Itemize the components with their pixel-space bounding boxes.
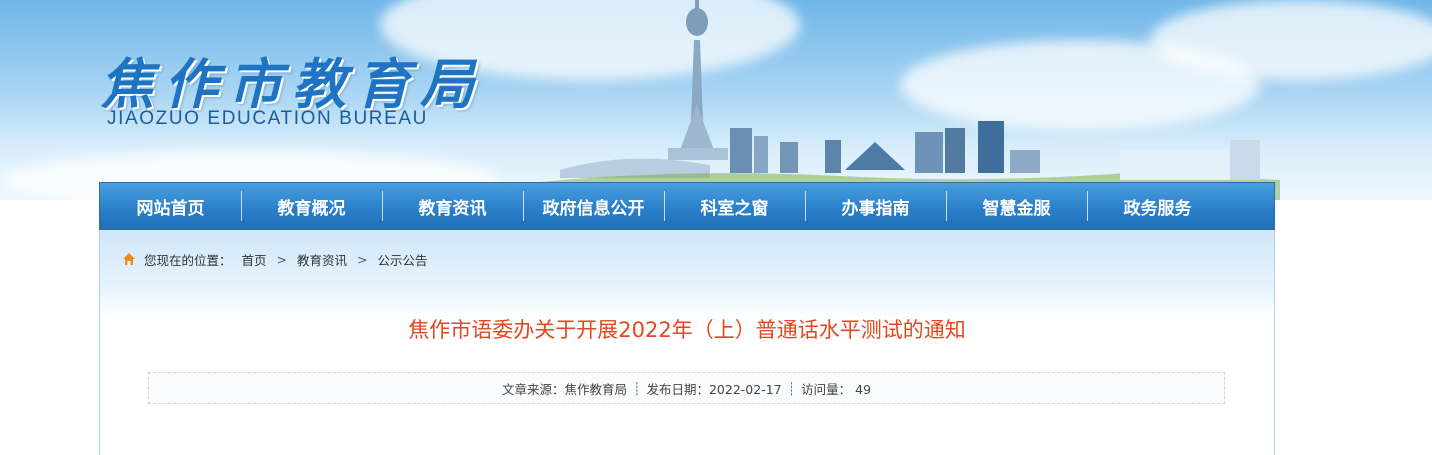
- breadcrumb-separator: >: [357, 251, 368, 267]
- home-icon: [123, 253, 135, 265]
- article-visits: 访问量： 49: [801, 381, 872, 397]
- article-date: 发布日期：2022-02-17: [646, 381, 782, 397]
- article-source: 文章来源：焦作教育局: [501, 381, 627, 397]
- city-skyline-image: [540, 0, 1280, 200]
- site-logo-english: JIAOZUO EDUCATION BUREAU: [107, 108, 428, 129]
- nav-item-government-info[interactable]: 政府信息公开: [523, 183, 664, 229]
- article-title: 焦作市语委办关于开展2022年（上）普通话水平测试的通知: [408, 318, 966, 342]
- breadcrumb: 您现在的位置： 首页 > 教育资讯 > 公示公告: [122, 250, 428, 268]
- meta-divider: ┊: [787, 380, 796, 396]
- breadcrumb-prefix: 您现在的位置：: [144, 252, 232, 268]
- nav-item-service-guide[interactable]: 办事指南: [805, 183, 946, 229]
- nav-item-education-news[interactable]: 教育资讯: [382, 183, 523, 229]
- nav-item-smart-finance[interactable]: 智慧金服: [946, 183, 1087, 229]
- nav-item-education-overview[interactable]: 教育概况: [241, 183, 382, 229]
- nav-item-government-services[interactable]: 政务服务: [1087, 183, 1228, 229]
- breadcrumb-item-announcements[interactable]: 公示公告: [378, 250, 428, 269]
- article-meta: 文章来源：焦作教育局 ┊ 发布日期：2022-02-17 ┊ 访问量： 49: [148, 372, 1225, 404]
- content-panel: 您现在的位置： 首页 > 教育资讯 > 公示公告 焦作市语委办关于开展2022年…: [99, 230, 1275, 455]
- breadcrumb-separator: >: [276, 251, 288, 267]
- site-header: 焦作市教育局 JIAOZUO EDUCATION BUREAU: [0, 0, 1432, 200]
- main-nav: 网站首页 教育概况 教育资讯 政府信息公开 科室之窗 办事指南 智慧金服 政务服…: [99, 182, 1275, 230]
- nav-item-departments[interactable]: 科室之窗: [664, 183, 805, 229]
- breadcrumb-item-home[interactable]: 首页: [242, 250, 267, 269]
- meta-divider: ┊: [632, 380, 641, 396]
- breadcrumb-item-education-news[interactable]: 教育资讯: [297, 250, 347, 269]
- nav-item-home[interactable]: 网站首页: [100, 183, 241, 229]
